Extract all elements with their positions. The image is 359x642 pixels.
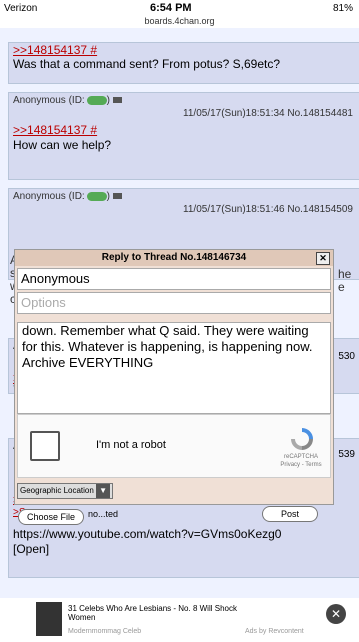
name-field[interactable]: Anonymous <box>17 268 331 290</box>
poster-id-badge[interactable] <box>87 192 107 201</box>
close-icon[interactable]: ✕ <box>326 604 346 624</box>
close-icon[interactable]: ✕ <box>316 252 330 265</box>
comment-textarea[interactable]: down. Remember what Q said. They were wa… <box>17 322 331 414</box>
reply-post: Anonymous (ID: ) 11/05/17(Sun)18:51:34 N… <box>8 92 359 180</box>
clock: 6:54 PM <box>150 2 192 14</box>
status-bar: Verizon 6:54 PM 81% boards.4chan.org <box>0 0 359 28</box>
geo-location-select[interactable]: Geographic Location ▼ <box>17 483 114 499</box>
flag-icon <box>112 193 122 200</box>
chevron-down-icon: ▼ <box>96 484 111 498</box>
url-bar[interactable]: boards.4chan.org <box>0 16 359 26</box>
open-link[interactable]: [Open] <box>13 542 353 557</box>
reply-post: >>148154137 # Was that a command sent? F… <box>8 42 359 84</box>
ad-source: Modernmommag Celeb <box>68 628 142 635</box>
reply-dialog-title: Reply to Thread No.148146734 <box>101 252 247 263</box>
quote-link[interactable]: >>148154137 # <box>13 123 355 138</box>
post-header: Anonymous (ID: ) <box>9 189 359 204</box>
post-body: https://www.youtube.com/watch?v=GVms0oKe… <box>9 523 357 561</box>
reply-dialog: Reply to Thread No.148146734 ✕ Anonymous… <box>14 249 334 505</box>
post-name: Anonymous <box>13 95 66 106</box>
captcha-label: I'm not a robot <box>96 439 166 451</box>
youtube-link[interactable]: https://www.youtube.com/watch?v=GVms0oKe… <box>13 527 353 542</box>
reply-dialog-titlebar[interactable]: Reply to Thread No.148146734 ✕ <box>15 250 333 266</box>
carrier-label: Verizon <box>4 3 38 14</box>
choose-file-button[interactable]: Choose File <box>18 509 85 525</box>
recaptcha-logo-icon <box>291 428 313 450</box>
poster-id-badge[interactable] <box>87 96 107 105</box>
id-label: (ID: <box>68 191 85 202</box>
flag-icon <box>112 97 122 104</box>
ad-image <box>36 602 62 636</box>
captcha-checkbox[interactable] <box>30 431 60 461</box>
ad-banner[interactable]: 31 Celebs Who Are Lesbians - No. 8 Will … <box>0 598 359 642</box>
id-label: (ID: <box>68 95 85 106</box>
post-number[interactable]: 530 <box>338 351 355 362</box>
options-field[interactable]: Options <box>17 292 331 314</box>
captcha-brand: reCAPTCHA Privacy - Terms <box>280 454 322 468</box>
recaptcha-widget: I'm not a robot reCAPTCHA Privacy - Term… <box>17 414 331 478</box>
post-button[interactable]: Post <box>262 506 319 522</box>
post-meta[interactable]: 11/05/17(Sun)18:51:46 No.148154509 <box>9 204 359 215</box>
post-header: Anonymous (ID: ) <box>9 93 359 108</box>
file-status: no...ted <box>88 509 119 519</box>
post-name: Anonymous <box>13 191 66 202</box>
battery-level: 81% <box>332 3 353 14</box>
ad-title[interactable]: 31 Celebs Who Are Lesbians - No. 8 Will … <box>68 604 258 622</box>
post-body-fragment: he e <box>338 267 352 294</box>
post-meta[interactable]: 11/05/17(Sun)18:51:34 No.148154481 <box>9 108 359 119</box>
ad-attribution: Ads by Revcontent <box>245 628 304 635</box>
quote-link[interactable]: >>148154137 # <box>9 43 359 57</box>
post-body: How can we help? <box>13 138 112 152</box>
post-body: Was that a command sent? From potus? S,6… <box>13 57 281 71</box>
post-number[interactable]: 539 <box>338 449 355 460</box>
